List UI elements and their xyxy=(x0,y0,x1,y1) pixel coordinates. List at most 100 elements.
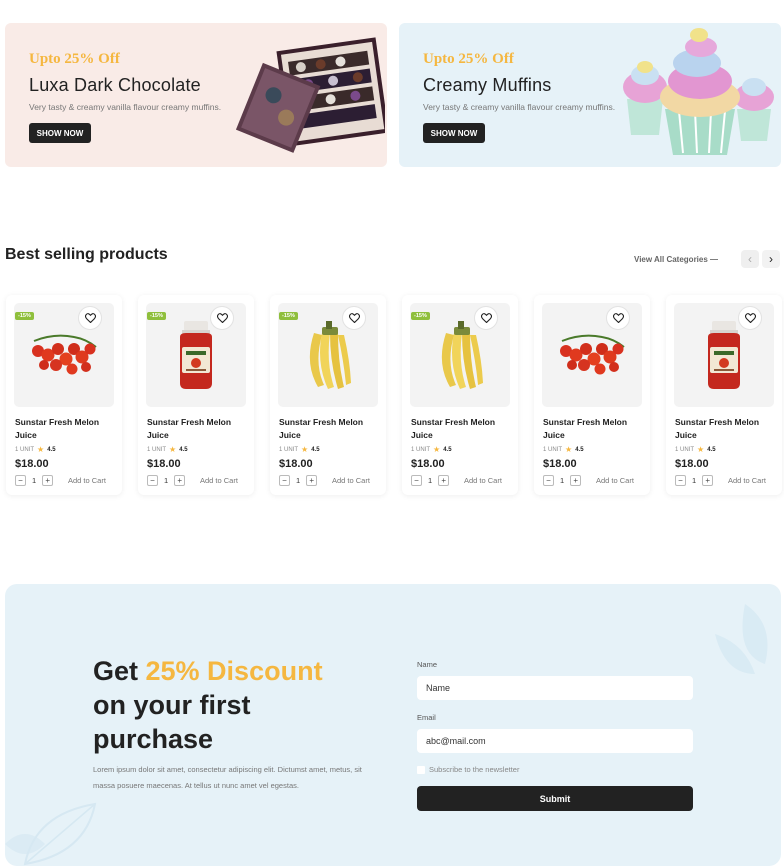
product-card[interactable]: -15% Sunstar Fresh Melon Juice 1 UNIT ★ … xyxy=(6,295,122,495)
product-name[interactable]: Sunstar Fresh Melon Juice xyxy=(675,416,775,442)
increase-button[interactable]: + xyxy=(306,475,318,486)
subscribe-row: Subscribe to the newsletter xyxy=(417,765,519,774)
add-to-cart-button[interactable]: Add to Cart xyxy=(464,476,502,485)
star-icon: ★ xyxy=(37,445,45,454)
star-icon: ★ xyxy=(697,445,705,454)
product-card[interactable]: Sunstar Fresh Melon Juice 1 UNIT ★ 4.5 $… xyxy=(666,295,782,495)
leaf-decoration-icon xyxy=(5,802,97,866)
plus-icon: + xyxy=(309,475,314,485)
decrease-button[interactable]: − xyxy=(279,475,290,486)
submit-button[interactable]: Submit xyxy=(417,786,693,811)
product-card[interactable]: Sunstar Fresh Melon Juice 1 UNIT ★ 4.5 $… xyxy=(534,295,650,495)
promo-banner-muffins: Upto 25% Off Creamy Muffins Very tasty &… xyxy=(399,23,781,167)
add-to-cart-button[interactable]: Add to Cart xyxy=(332,476,370,485)
subscribe-checkbox[interactable] xyxy=(417,765,425,774)
banner-title: Creamy Muffins xyxy=(423,75,552,95)
quantity-stepper: − 1 + xyxy=(15,475,54,486)
decrease-button[interactable]: − xyxy=(147,475,158,486)
quantity-stepper: − 1 + xyxy=(147,475,186,486)
show-now-button[interactable]: SHOW NOW xyxy=(29,123,91,143)
increase-button[interactable]: + xyxy=(438,475,450,486)
discount-badge: -15% xyxy=(411,312,430,320)
rating-value: 4.5 xyxy=(707,446,716,453)
name-input[interactable]: Name xyxy=(417,676,693,700)
heading-suffix: on your first purchase xyxy=(93,690,251,754)
unit-label: 1 UNIT xyxy=(675,446,695,453)
product-name[interactable]: Sunstar Fresh Melon Juice xyxy=(147,416,247,442)
wishlist-button[interactable] xyxy=(78,306,102,330)
banner-description: Very tasty & creamy vanilla flavour crea… xyxy=(29,102,222,112)
decrease-button[interactable]: − xyxy=(15,475,26,486)
increase-button[interactable]: + xyxy=(570,475,582,486)
product-name[interactable]: Sunstar Fresh Melon Juice xyxy=(411,416,511,442)
banner-description: Very tasty & creamy vanilla flavour crea… xyxy=(423,102,616,112)
product-price: $18.00 xyxy=(15,458,49,470)
decrease-button[interactable]: − xyxy=(675,475,686,486)
add-to-cart-button[interactable]: Add to Cart xyxy=(68,476,106,485)
quantity-stepper: − 1 + xyxy=(675,475,714,486)
product-card[interactable]: -15% Sunstar Fresh Melon Juice 1 UNIT ★ … xyxy=(270,295,386,495)
heading-accent: 25% Discount xyxy=(145,656,323,686)
carousel-next-button[interactable]: › xyxy=(762,250,780,268)
carousel-prev-button[interactable]: ‹ xyxy=(741,250,759,268)
product-name[interactable]: Sunstar Fresh Melon Juice xyxy=(279,416,379,442)
increase-button[interactable]: + xyxy=(702,475,714,486)
newsletter-heading: Get 25% Discount on your first purchase xyxy=(93,654,373,756)
minus-icon: − xyxy=(414,475,419,485)
minus-icon: − xyxy=(150,475,155,485)
product-card[interactable]: -15% Sunstar Fresh Melon Juice 1 UNIT ★ … xyxy=(138,295,254,495)
product-meta: 1 UNIT ★ 4.5 xyxy=(411,445,452,454)
product-price: $18.00 xyxy=(675,458,709,470)
product-name[interactable]: Sunstar Fresh Melon Juice xyxy=(15,416,115,442)
subscribe-label: Subscribe to the newsletter xyxy=(429,765,520,774)
quantity-stepper: − 1 + xyxy=(279,475,318,486)
star-icon: ★ xyxy=(169,445,177,454)
increase-button[interactable]: + xyxy=(42,475,54,486)
wishlist-button[interactable] xyxy=(606,306,630,330)
rating-value: 4.5 xyxy=(575,446,584,453)
add-to-cart-button[interactable]: Add to Cart xyxy=(596,476,634,485)
banner-promo-text: Upto 25% Off xyxy=(29,51,120,67)
email-input[interactable]: abc@mail.com xyxy=(417,729,693,753)
leaf-decoration-icon xyxy=(715,604,768,674)
heart-icon xyxy=(612,313,624,323)
product-price: $18.00 xyxy=(147,458,181,470)
chocolate-box-image xyxy=(235,37,385,153)
decrease-button[interactable]: − xyxy=(543,475,554,486)
add-to-cart-button[interactable]: Add to Cart xyxy=(728,476,766,485)
quantity-value: 1 xyxy=(560,476,565,485)
decrease-button[interactable]: − xyxy=(411,475,422,486)
star-icon: ★ xyxy=(565,445,573,454)
wishlist-button[interactable] xyxy=(342,306,366,330)
wishlist-button[interactable] xyxy=(210,306,234,330)
banner-promo-text: Upto 25% Off xyxy=(423,51,514,67)
increase-button[interactable]: + xyxy=(174,475,186,486)
discount-badge: -15% xyxy=(147,312,166,320)
cupcakes-image xyxy=(623,28,774,155)
quantity-value: 1 xyxy=(692,476,697,485)
quantity-value: 1 xyxy=(32,476,37,485)
unit-label: 1 UNIT xyxy=(543,446,563,453)
rating-value: 4.5 xyxy=(47,446,56,453)
heading-prefix: Get xyxy=(93,656,146,686)
wishlist-button[interactable] xyxy=(474,306,498,330)
product-price: $18.00 xyxy=(411,458,445,470)
newsletter-body: Lorem ipsum dolor sit amet, consectetur … xyxy=(93,765,362,790)
heart-icon xyxy=(84,313,96,323)
product-card[interactable]: -15% Sunstar Fresh Melon Juice 1 UNIT ★ … xyxy=(402,295,518,495)
wishlist-button[interactable] xyxy=(738,306,762,330)
quantity-value: 1 xyxy=(296,476,301,485)
view-all-categories-link[interactable]: View All Categories — xyxy=(634,255,718,264)
add-to-cart-button[interactable]: Add to Cart xyxy=(200,476,238,485)
show-now-button[interactable]: SHOW NOW xyxy=(423,123,485,143)
rating-value: 4.5 xyxy=(443,446,452,453)
star-icon: ★ xyxy=(433,445,441,454)
chevron-left-icon: ‹ xyxy=(748,252,752,266)
product-name[interactable]: Sunstar Fresh Melon Juice xyxy=(543,416,643,442)
promo-banner-chocolate: Upto 25% Off Luxa Dark Chocolate Very ta… xyxy=(5,23,387,167)
newsletter-section: Get 25% Discount on your first purchase … xyxy=(5,584,781,866)
star-icon: ★ xyxy=(301,445,309,454)
banner-title: Luxa Dark Chocolate xyxy=(29,75,201,95)
unit-label: 1 UNIT xyxy=(147,446,167,453)
product-meta: 1 UNIT ★ 4.5 xyxy=(147,445,188,454)
